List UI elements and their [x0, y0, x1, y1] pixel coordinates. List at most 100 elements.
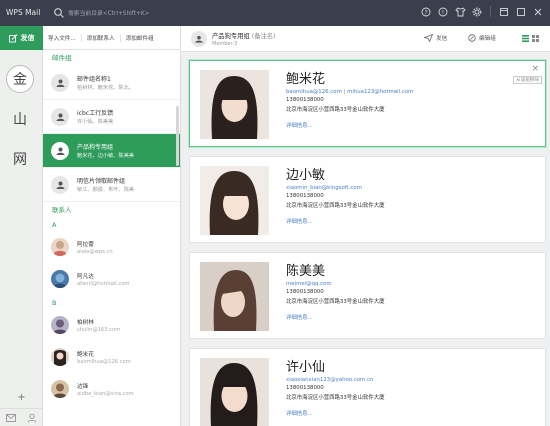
- group-title-text: 产品狗专用组: [212, 33, 250, 40]
- group-members: 柏树林、鲍米花、陈北、: [77, 85, 135, 91]
- compose-icon: [8, 33, 18, 42]
- contact-email: afanti@hotmail.com: [77, 281, 130, 287]
- email-secondary[interactable]: mihua123@hotmail.com: [347, 89, 413, 95]
- group-detail-pane: 产品狗专用组 (备注名) Member:3 发信 编辑组 鲍米花 baomihu…: [181, 26, 550, 426]
- contact-name: 鲍米花: [286, 72, 326, 87]
- contact-name: 柏树林: [77, 320, 94, 326]
- letter-header-b: B: [52, 299, 57, 307]
- contact-item[interactable]: 阿拉蕾 alale@wps.cn: [43, 232, 180, 264]
- contact-address: 北京市海淀区小营西路33号金山软件大厦: [286, 107, 385, 113]
- search-icon[interactable]: [53, 7, 65, 19]
- contact-email[interactable]: xiaomin_bian@kingsoft.com: [286, 185, 362, 191]
- group-item-selected[interactable]: 产品狗专用组 鲍米花、边小敏、陈美美: [43, 134, 180, 168]
- shirt-icon[interactable]: [454, 6, 466, 18]
- group-item[interactable]: 邮件组名称1 柏树林、鲍米花、陈北、: [43, 66, 180, 100]
- group-icon: [191, 31, 207, 47]
- group-icon: [51, 176, 69, 194]
- send-label: 发信: [436, 36, 448, 42]
- group-title: 产品狗专用组 (备注名): [212, 31, 276, 40]
- account-shan[interactable]: 山: [6, 105, 34, 133]
- compose-button[interactable]: 发信: [0, 26, 43, 50]
- details-link[interactable]: 详细信息...: [286, 121, 313, 129]
- account-jin[interactable]: 金: [6, 65, 34, 93]
- contacts-icon[interactable]: [27, 413, 37, 423]
- group-members: 柴江、颜俊、朱叶、陈美: [77, 187, 135, 193]
- minimize-icon[interactable]: [498, 6, 510, 18]
- contact-address: 北京市海淀区小营西路33号金山软件大厦: [286, 299, 385, 305]
- mail-icon[interactable]: [5, 413, 16, 422]
- contact-name: 边锋: [77, 384, 89, 390]
- contact-phone: 13800138000: [286, 385, 324, 391]
- contact-card[interactable]: 鲍米花 baomihua@126.com | mihua123@hotmail.…: [189, 60, 546, 147]
- search-input[interactable]: [68, 7, 388, 20]
- group-name: 产品狗专用组: [77, 144, 114, 151]
- help-icon[interactable]: ?: [420, 6, 432, 18]
- contact-email: shulin@163.com: [77, 327, 121, 333]
- contact-name: 许小仙: [286, 360, 326, 375]
- contact-name: 陈美美: [286, 264, 326, 279]
- edit-group-label: 编辑组: [479, 36, 496, 42]
- account-rail: 发信 金 山 网 +: [0, 26, 43, 426]
- group-name: 明信片领取邮件组: [77, 178, 126, 185]
- contact-item[interactable]: 边锋 aidbe_bian@sina.com: [43, 374, 180, 406]
- details-link[interactable]: 详细信息...: [286, 313, 313, 321]
- contact-email[interactable]: meimei@qq.com: [286, 281, 332, 287]
- contact-photo: [200, 358, 269, 426]
- edit-group-icon: [468, 34, 476, 42]
- import-file-button[interactable]: 导入文件...: [43, 33, 82, 42]
- add-account-button[interactable]: +: [0, 392, 43, 403]
- send-icon: [424, 34, 433, 42]
- detail-header: 产品狗专用组 (备注名) Member:3 发信 编辑组: [181, 26, 550, 52]
- email-primary[interactable]: baomihua@126.com: [286, 89, 342, 95]
- contact-phone: 13800138000: [286, 289, 324, 295]
- remove-member-button[interactable]: ×: [531, 64, 539, 74]
- group-icon: [51, 74, 69, 92]
- add-contact-button[interactable]: 添加联系人: [82, 33, 121, 42]
- group-item[interactable]: 明信片领取邮件组 柴江、颜俊、朱叶、陈美: [43, 168, 180, 202]
- contact-item[interactable]: 鲍米花 baomihua@126.com: [43, 342, 180, 374]
- contact-card[interactable]: 边小敏 xiaomin_bian@kingsoft.com 1380013800…: [189, 156, 546, 243]
- group-name: 邮件组名称1: [77, 76, 111, 83]
- view-toggle: [521, 34, 540, 43]
- avatar: [51, 316, 69, 334]
- contact-email: alale@wps.cn: [77, 249, 113, 255]
- avatar: [51, 270, 69, 288]
- contact-name: 鲍米花: [77, 352, 94, 358]
- add-group-button[interactable]: 添加邮件组: [121, 34, 159, 42]
- info-icon[interactable]: !: [437, 6, 449, 18]
- list-view-icon[interactable]: [521, 34, 530, 43]
- groups-section-header: 邮件组: [52, 54, 72, 62]
- compose-label: 发信: [20, 34, 35, 42]
- contact-phone: 13800138000: [286, 97, 324, 103]
- details-link[interactable]: 详细信息...: [286, 217, 313, 225]
- send-button[interactable]: 发信: [424, 34, 447, 42]
- contact-email[interactable]: xiaoxianxian123@yahoo.com.cn: [286, 377, 373, 383]
- maximize-icon[interactable]: [515, 6, 527, 18]
- group-note: (备注名): [251, 33, 276, 40]
- group-members: 许小仙、陈美美: [77, 119, 114, 125]
- contact-item[interactable]: 阿凡达 afanti@hotmail.com: [43, 264, 180, 296]
- contacts-section-header: 联系人: [52, 206, 72, 214]
- list-scrollbar[interactable]: [176, 106, 179, 166]
- edit-group-button[interactable]: 编辑组: [468, 34, 496, 42]
- settings-icon[interactable]: [471, 6, 483, 18]
- contact-item[interactable]: 柏树林 shulin@163.com: [43, 310, 180, 342]
- account-wang[interactable]: 网: [6, 145, 34, 173]
- contact-email[interactable]: baomihua@126.com | mihua123@hotmail.com: [286, 89, 413, 95]
- group-item[interactable]: icbc工行反馈 许小仙、陈美美: [43, 100, 180, 134]
- contact-address: 北京市海淀区小营西路33号金山软件大厦: [286, 395, 385, 401]
- contact-photo: [200, 70, 269, 139]
- letter-header-a: A: [52, 221, 57, 229]
- svg-text:!: !: [442, 9, 444, 16]
- svg-text:?: ?: [424, 9, 427, 16]
- contact-card[interactable]: 许小仙 xiaoxianxian123@yahoo.com.cn 1380013…: [189, 348, 546, 426]
- details-link[interactable]: 详细信息...: [286, 409, 313, 417]
- contact-list-pane: 导入文件... 添加联系人 添加邮件组 邮件组 邮件组名称1 柏树林、鲍米花、陈…: [43, 26, 181, 426]
- contact-name: 阿凡达: [77, 274, 94, 280]
- list-toolbar: 导入文件... 添加联系人 添加邮件组: [43, 26, 180, 50]
- close-icon[interactable]: [532, 6, 544, 18]
- card-view-icon[interactable]: [531, 34, 540, 43]
- contact-address: 北京市海淀区小营西路33号金山软件大厦: [286, 203, 385, 209]
- contact-card[interactable]: 陈美美 meimei@qq.com 13800138000 北京市海淀区小营西路…: [189, 252, 546, 339]
- contact-photo: [200, 262, 269, 331]
